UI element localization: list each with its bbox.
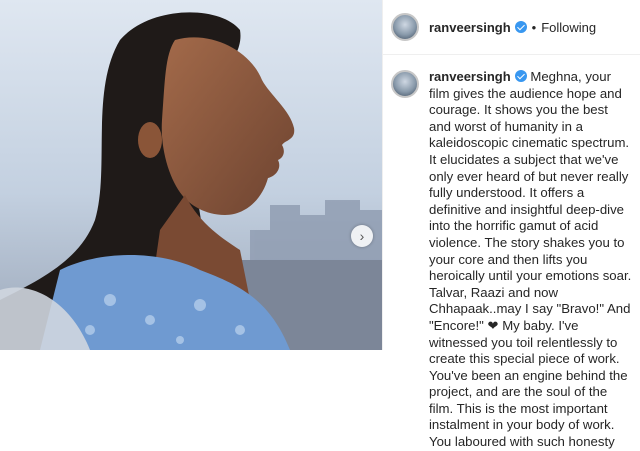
chevron-right-icon: › xyxy=(359,227,365,244)
avatar[interactable] xyxy=(391,13,419,41)
caption-avatar[interactable] xyxy=(391,70,419,98)
caption-text-block: ranveersingh Meghna, your film gives the… xyxy=(429,69,632,451)
instagram-post: › ranveersingh • Following ranveersingh … xyxy=(0,0,640,449)
following-button[interactable]: Following xyxy=(541,20,596,35)
caption-username-link[interactable]: ranveersingh xyxy=(429,69,511,84)
username-link[interactable]: ranveersingh xyxy=(429,20,511,35)
next-image-button[interactable]: › xyxy=(351,225,373,247)
portrait-photo xyxy=(0,0,382,350)
verified-badge-icon xyxy=(514,21,527,33)
verified-badge-icon xyxy=(514,70,527,82)
post-header: ranveersingh • Following xyxy=(383,0,640,55)
post-sidebar: ranveersingh • Following ranveersingh Me… xyxy=(382,0,640,449)
caption-comment: ranveersingh Meghna, your film gives the… xyxy=(383,55,640,451)
separator-dot: • xyxy=(531,19,537,35)
post-image: › xyxy=(0,0,382,350)
caption-text: Meghna, your film gives the audience hop… xyxy=(429,69,632,450)
